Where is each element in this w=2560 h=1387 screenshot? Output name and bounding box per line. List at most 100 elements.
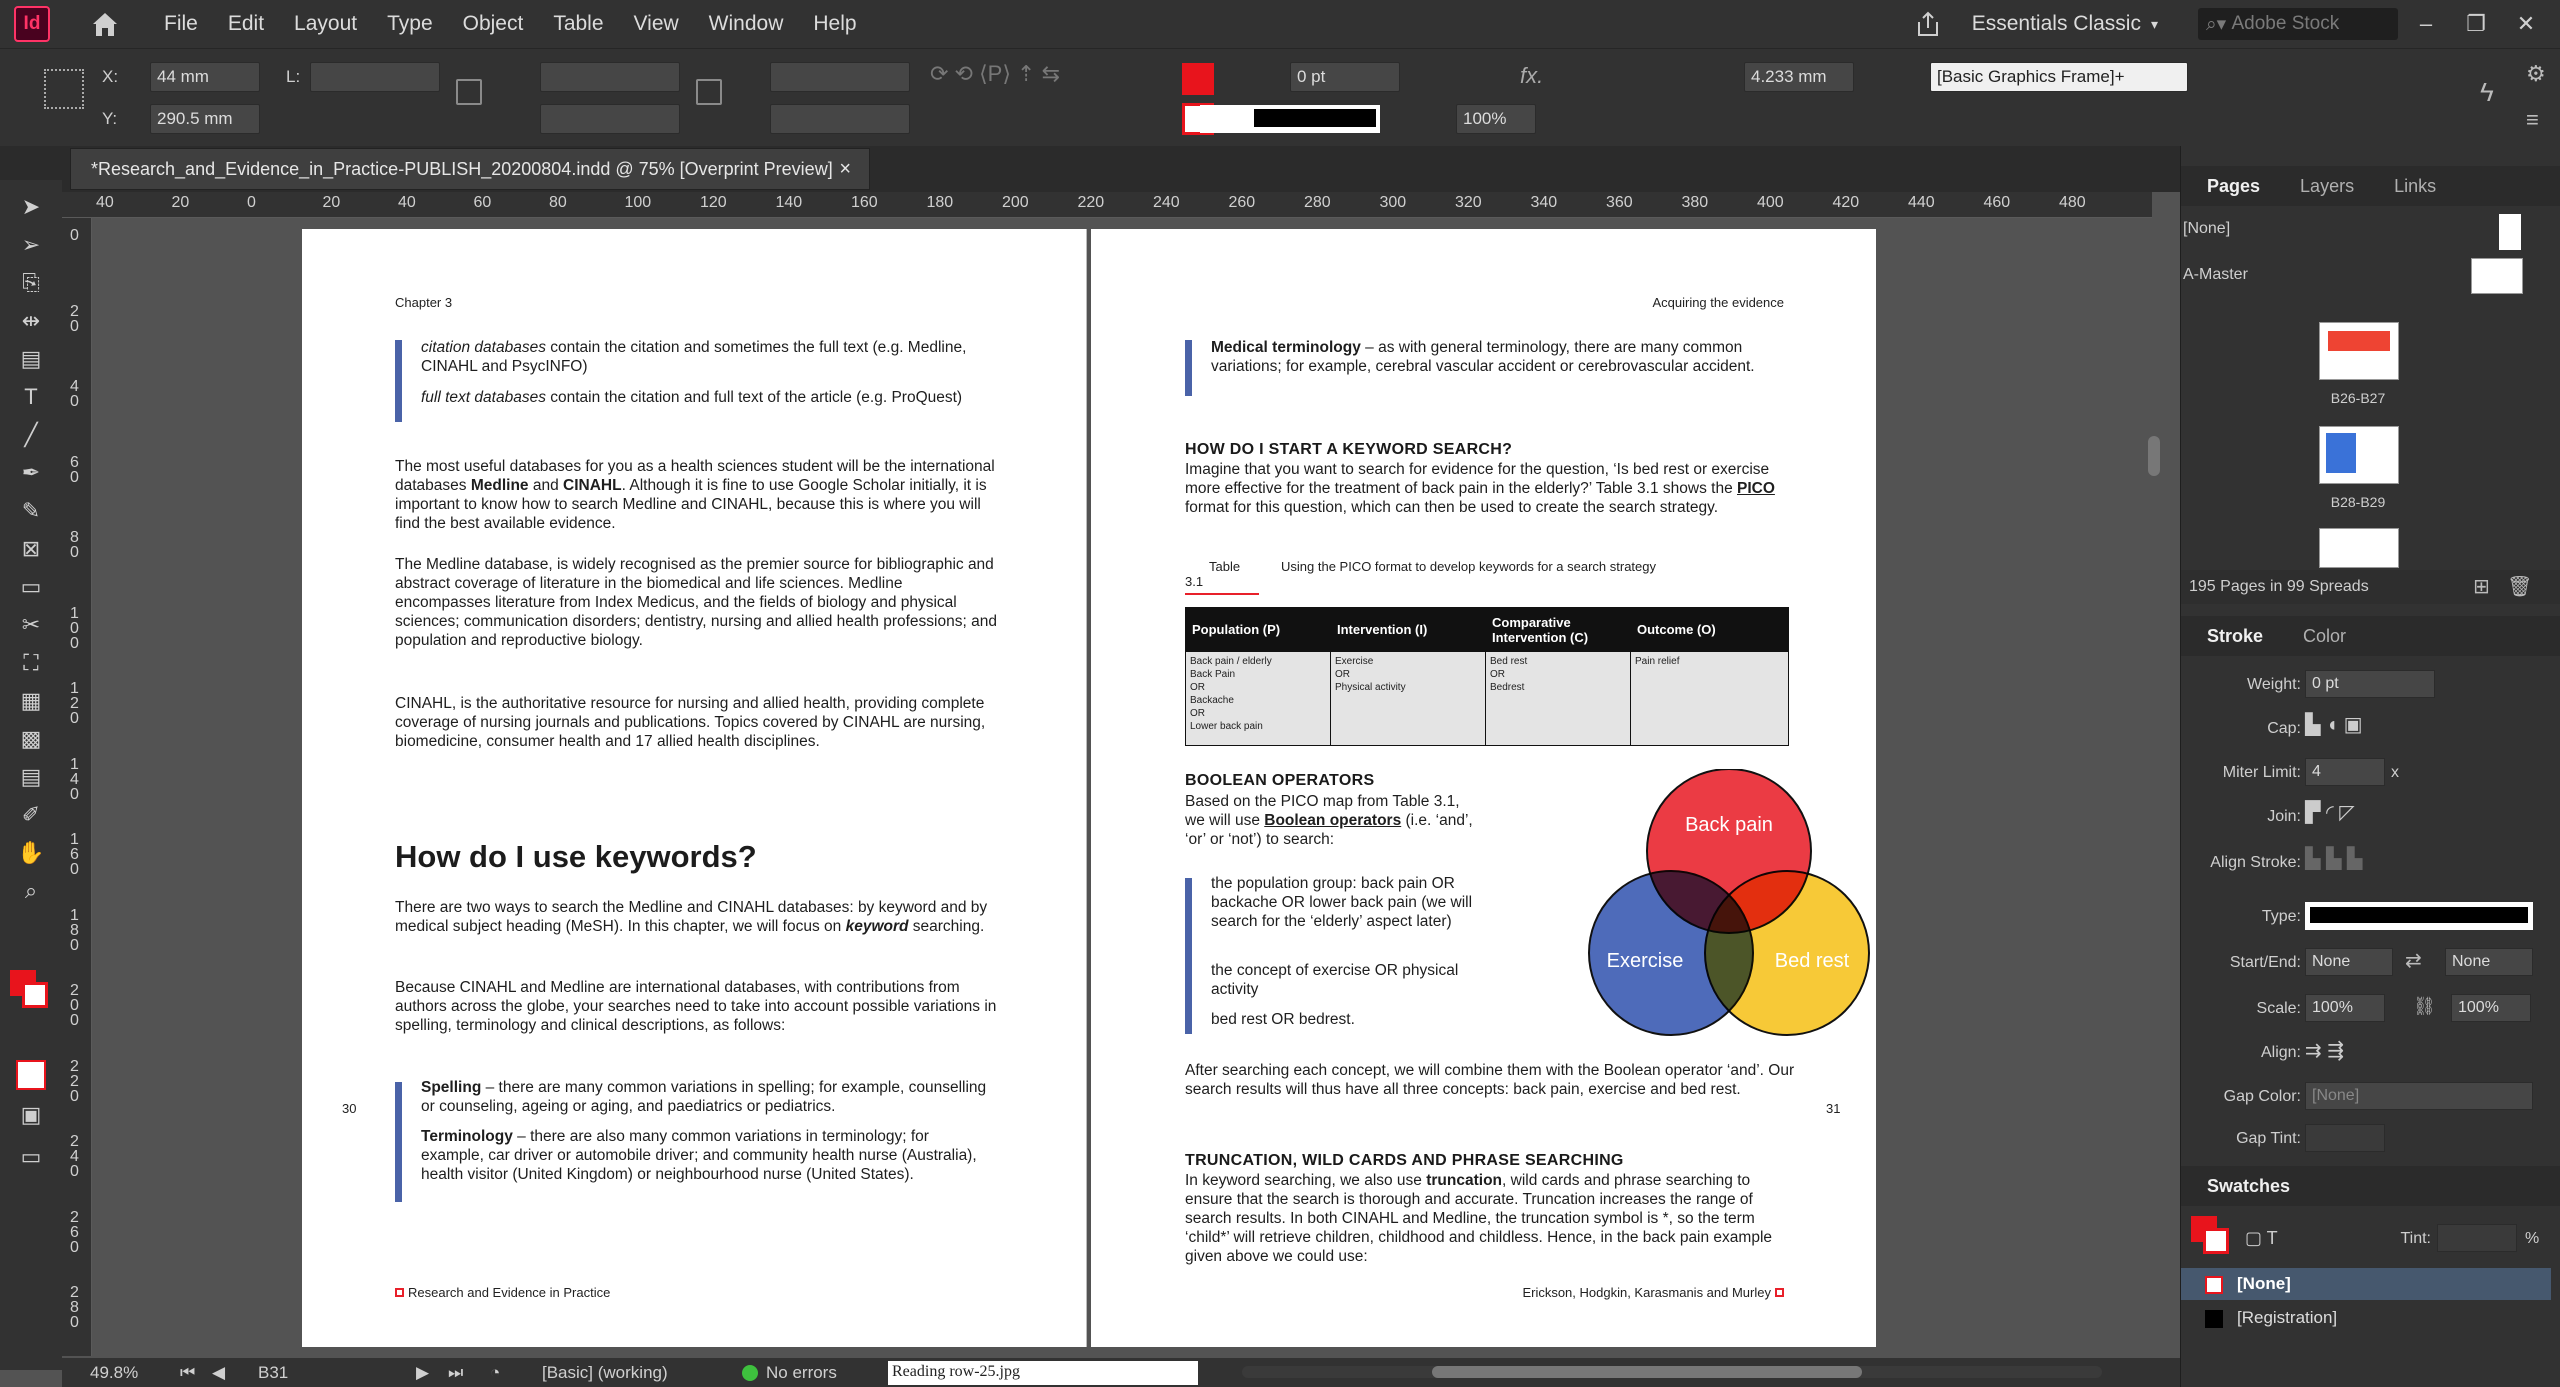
y-field[interactable]: 290.5 mm: [150, 104, 260, 134]
menu-layout[interactable]: Layout: [294, 12, 357, 36]
end-dropdown[interactable]: None: [2445, 948, 2533, 976]
lightning-icon[interactable]: ϟ: [2480, 77, 2494, 108]
pages-none-item[interactable]: [None]: [2183, 220, 2230, 238]
x-field[interactable]: 44 mm: [150, 62, 260, 92]
screen-mode-icon[interactable]: ▭: [14, 1142, 48, 1172]
horizontal-scrollbar[interactable]: [1242, 1366, 2102, 1378]
free-transform-tool-icon[interactable]: ⛶: [14, 648, 48, 678]
rectangle-frame-tool-icon[interactable]: ⊠: [14, 534, 48, 564]
share-icon[interactable]: [1914, 10, 1942, 38]
scale-start-field[interactable]: 100%: [2305, 994, 2385, 1022]
apply-none-icon[interactable]: [16, 1060, 46, 1090]
menu-view[interactable]: View: [634, 12, 679, 36]
shear-field[interactable]: [770, 104, 910, 134]
zoom-level[interactable]: 49.8%: [90, 1363, 138, 1383]
pencil-tool-icon[interactable]: ✎: [14, 496, 48, 526]
rectangle-tool-icon[interactable]: ▭: [14, 572, 48, 602]
tint-field[interactable]: [2437, 1224, 2517, 1252]
spread-thumbnail[interactable]: [2319, 426, 2399, 484]
menu-object[interactable]: Object: [463, 12, 524, 36]
tab-links[interactable]: Links: [2394, 176, 2436, 197]
close-window-button[interactable]: ✕: [2504, 11, 2548, 37]
vertical-ruler[interactable]: 0 2 0 4 0 6 0 8 0 1 0 0 1 2 0 1 4 0 1 6 0 1 8 0 2 …: [62, 218, 92, 1356]
tab-color[interactable]: Color: [2303, 626, 2346, 647]
gear-icon[interactable]: ⚙: [2526, 61, 2546, 87]
cap-buttons[interactable]: ▙ ◖ ▣: [2305, 712, 2415, 742]
note-tool-icon[interactable]: ▤: [14, 762, 48, 792]
gap-color-dropdown[interactable]: [None]: [2305, 1082, 2533, 1110]
start-dropdown[interactable]: None: [2305, 948, 2393, 976]
scissors-tool-icon[interactable]: ✂: [14, 610, 48, 640]
scale-y-field[interactable]: [540, 104, 680, 134]
rotate-icons[interactable]: ⟳ ⟲ ⟨P⟩ ⇡ ⇆: [930, 61, 1150, 131]
page-tool-icon[interactable]: ⎘: [14, 268, 48, 298]
swatch-fill-stroke-icon[interactable]: [2191, 1216, 2231, 1256]
hamburger-icon[interactable]: ≡: [2526, 107, 2539, 133]
hand-tool-icon[interactable]: ✋: [14, 838, 48, 868]
content-collector-icon[interactable]: ▤: [14, 344, 48, 374]
preflight-errors[interactable]: No errors: [766, 1363, 837, 1383]
delete-page-icon[interactable]: 🗑: [2507, 574, 2532, 599]
a-master-item[interactable]: A-Master: [2183, 266, 2248, 284]
view-mode-icon[interactable]: ▣: [14, 1100, 48, 1130]
new-page-icon[interactable]: ⊞: [2473, 574, 2490, 599]
page-31[interactable]: Acquiring the evidence Medical terminolo…: [1091, 229, 1876, 1347]
canvas-scrollbar-thumb[interactable]: [2148, 436, 2160, 476]
minimize-button[interactable]: –: [2404, 11, 2448, 37]
restore-button[interactable]: ❐: [2454, 11, 2498, 37]
reference-point-icon[interactable]: [44, 69, 84, 109]
link-icon[interactable]: ⛓: [2413, 996, 2436, 1017]
constrain-proportions-icon[interactable]: [456, 79, 482, 105]
rotate-field[interactable]: [770, 62, 910, 92]
join-buttons[interactable]: ▛ ◜ ◸: [2305, 800, 2415, 830]
object-style-field[interactable]: [Basic Graphics Frame]+: [1930, 62, 2188, 92]
first-page-button[interactable]: ⏮: [180, 1363, 195, 1383]
home-icon[interactable]: [90, 9, 120, 39]
status-filename-field[interactable]: Reading row-25.jpg: [888, 1361, 1198, 1385]
swatch-row-none[interactable]: [None]: [2181, 1268, 2551, 1300]
selection-tool-icon[interactable]: ➤: [14, 192, 48, 222]
menu-window[interactable]: Window: [709, 12, 784, 36]
eyedropper-tool-icon[interactable]: ✐: [14, 800, 48, 830]
type-tool-icon[interactable]: T: [14, 382, 48, 412]
pasteboard[interactable]: Chapter 3 citation databases contain the…: [92, 218, 2152, 1358]
last-page-button[interactable]: ⏭: [448, 1363, 463, 1383]
opacity-field[interactable]: 100%: [1456, 104, 1536, 134]
fill-stroke-swatch-icon[interactable]: [10, 970, 50, 1010]
menu-file[interactable]: File: [164, 12, 198, 36]
miter-field[interactable]: 4: [2305, 758, 2385, 786]
gap-tool-icon[interactable]: ⇹: [14, 306, 48, 336]
menu-table[interactable]: Table: [553, 12, 603, 36]
spread-thumbnail[interactable]: [2319, 322, 2399, 380]
tab-layers[interactable]: Layers: [2300, 176, 2354, 197]
align-stroke-buttons[interactable]: ▙ ▙ ▙: [2305, 846, 2415, 876]
gradient-feather-icon[interactable]: ▩: [14, 724, 48, 754]
next-page-button[interactable]: ▶: [416, 1363, 429, 1383]
page-30[interactable]: Chapter 3 citation databases contain the…: [302, 229, 1087, 1347]
prev-page-button[interactable]: ◀: [212, 1363, 225, 1383]
preflight-profile[interactable]: [Basic] (working): [542, 1363, 668, 1383]
tab-pages[interactable]: Pages: [2207, 176, 2260, 197]
open-page-icon[interactable]: ◔: [490, 1363, 500, 1383]
document-tab[interactable]: *Research_and_Evidence_in_Practice-PUBLI…: [70, 148, 870, 190]
scale-end-field[interactable]: 100%: [2451, 994, 2531, 1022]
menu-type[interactable]: Type: [387, 12, 433, 36]
tab-swatches[interactable]: Swatches: [2207, 1176, 2290, 1197]
direct-selection-tool-icon[interactable]: ➢: [14, 230, 48, 260]
adobe-stock-search[interactable]: ⌕▾ Adobe Stock: [2198, 8, 2398, 40]
horizontal-ruler[interactable]: 40 20 0 20 40 60 80 100 120 140 160 180 200 220 240 260…: [62, 192, 2152, 218]
align-buttons[interactable]: ⇉ ⇶: [2305, 1038, 2344, 1063]
stroke-type-field[interactable]: [1200, 105, 1380, 133]
stroke-weight-field[interactable]: 0 pt: [1290, 62, 1400, 92]
gradient-tool-icon[interactable]: ▦: [14, 686, 48, 716]
dimension-field[interactable]: 4.233 mm: [1744, 62, 1854, 92]
tab-stroke[interactable]: Stroke: [2207, 626, 2263, 647]
close-tab-icon[interactable]: ×: [839, 149, 851, 189]
line-tool-icon[interactable]: ╱: [14, 420, 48, 450]
stroke-type-dropdown[interactable]: [2305, 902, 2533, 930]
swap-arrows-icon[interactable]: ⇄: [2405, 948, 2422, 973]
scale-x-field[interactable]: [540, 62, 680, 92]
chevron-down-icon[interactable]: ▾: [2151, 16, 2158, 33]
gap-tint-field[interactable]: [2305, 1124, 2385, 1152]
constrain-scale-icon[interactable]: [696, 79, 722, 105]
